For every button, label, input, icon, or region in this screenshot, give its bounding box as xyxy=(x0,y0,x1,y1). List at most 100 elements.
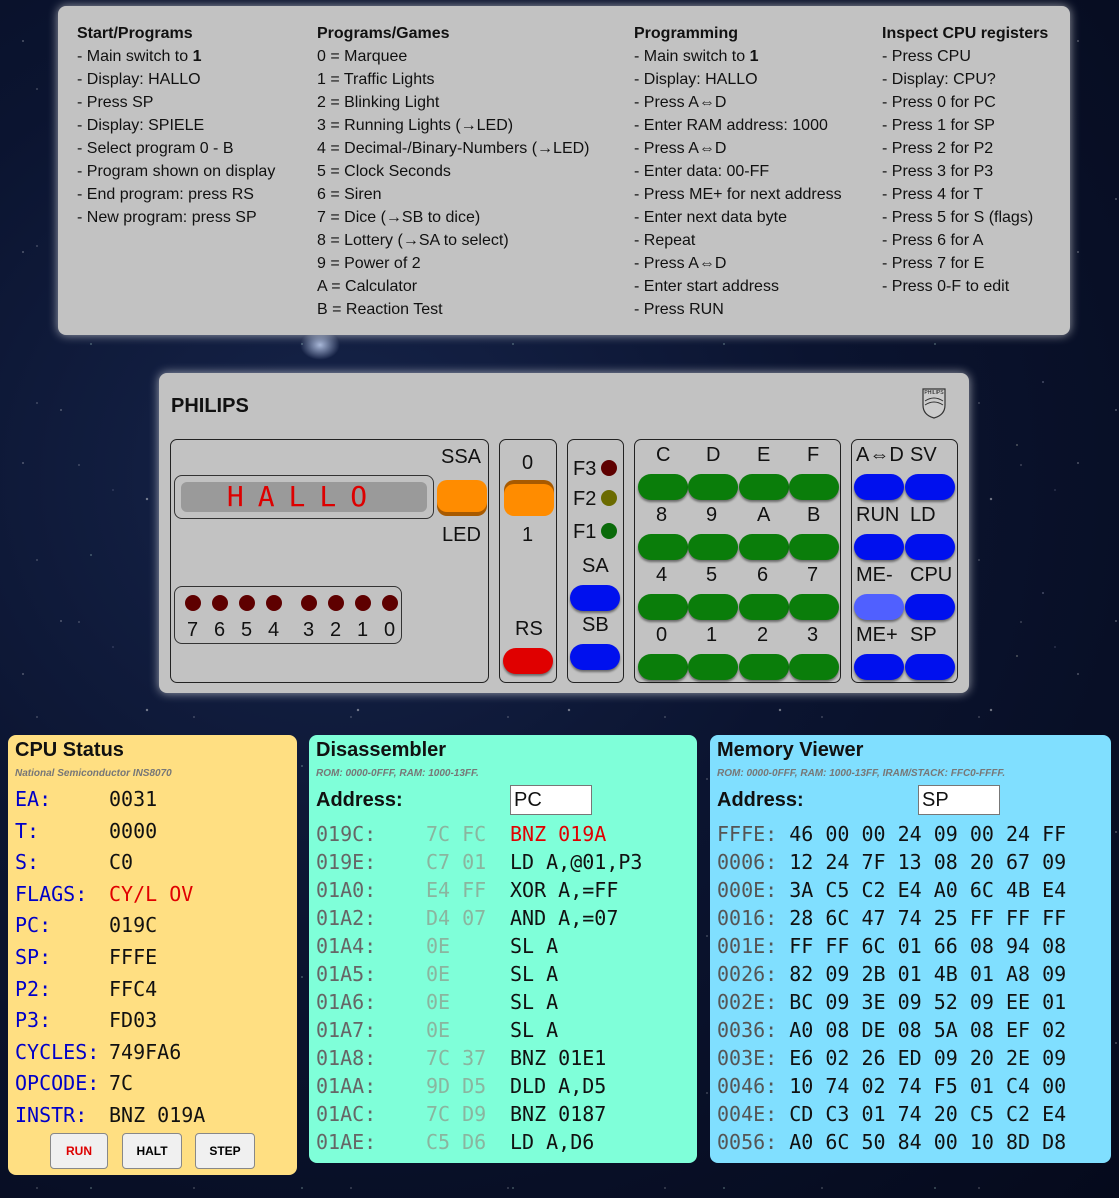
philips-device: PHILIPS PHILIPS HALLO SSA LED 76543210 0… xyxy=(159,373,969,693)
fn-key-me--button[interactable] xyxy=(854,654,904,680)
disasm-row: 01AC: 7C D9 BNZ 0187 xyxy=(316,1100,606,1128)
memory-row: FFFE: 46 00 00 24 09 00 24 FF xyxy=(717,820,1066,848)
register-value: 7C xyxy=(109,1071,134,1096)
help-item: 2 = Blinking Light xyxy=(317,94,440,111)
display-section: HALLO SSA LED 7654 3210 xyxy=(170,439,489,683)
sb-button[interactable] xyxy=(570,644,620,670)
hex-key-label-8: 8 xyxy=(656,504,668,526)
f3-label: F3 xyxy=(573,458,597,480)
hex-key-A[interactable] xyxy=(739,534,789,560)
register-row: P2: FFC4 xyxy=(15,973,157,1005)
bit-led-1 xyxy=(355,595,371,611)
register-row: CYCLES: 749FA6 xyxy=(15,1036,181,1068)
fn-key-label: SV xyxy=(910,444,937,466)
disasm-row: 01AA: 9D D5 DLD A,D5 xyxy=(316,1072,606,1100)
hex-key-8[interactable] xyxy=(638,534,688,560)
fn-key-sp-button[interactable] xyxy=(905,654,955,680)
run-button[interactable]: RUN xyxy=(50,1133,108,1169)
bit-led-0 xyxy=(382,595,398,611)
register-name: P2: xyxy=(15,976,52,1001)
register-name: CYCLES: xyxy=(15,1039,100,1064)
disasm-address: 019C: xyxy=(316,822,377,846)
bit-led-7 xyxy=(185,595,201,611)
hex-key-label-E: E xyxy=(757,444,771,466)
register-name: OPCODE: xyxy=(15,1071,100,1096)
cpu-status-panel: CPU Status National Semiconductor INS807… xyxy=(8,735,297,1175)
help-start-programs: Start/Programs - Main switch to 1 - Displa… xyxy=(77,22,275,229)
hex-key-7[interactable] xyxy=(789,594,839,620)
ssa-led-switch[interactable] xyxy=(437,480,487,512)
help-item: 4 = Decimal-/Binary-Numbers (→LED) xyxy=(317,140,590,157)
fn-key-ld-button[interactable] xyxy=(905,534,955,560)
help-item: - Press 6 for A xyxy=(882,232,984,249)
help-item: - Enter start address xyxy=(634,278,779,295)
memory-row: 002E: BC 09 3E 09 52 09 EE 01 xyxy=(717,988,1066,1016)
register-row: FLAGS: CY/L OV xyxy=(15,878,193,910)
hex-key-2[interactable] xyxy=(739,654,789,680)
help-column-title: Start/Programs xyxy=(77,25,193,42)
help-programs-games: Programs/Games 0 = Marquee 1 = Traffic Lig… xyxy=(317,22,590,321)
hex-key-1[interactable] xyxy=(688,654,738,680)
hex-key-9[interactable] xyxy=(688,534,738,560)
hex-key-D[interactable] xyxy=(688,474,738,500)
memory-address: FFFE: xyxy=(717,822,778,846)
register-name: PC: xyxy=(15,913,52,938)
memory-subtitle: ROM: 0000-0FFF, RAM: 1000-13FF, IRAM/STA… xyxy=(717,768,1006,779)
memory-row: 0026: 82 09 2B 01 4B 01 A8 09 xyxy=(717,960,1066,988)
help-item: - End program: press RS xyxy=(77,186,254,203)
disasm-bytes: 9D D5 xyxy=(426,1074,487,1098)
disasm-address-input[interactable]: PC xyxy=(510,785,592,815)
flags-section: F3 F2 F1 SA SB xyxy=(567,439,624,683)
mem-address-input[interactable]: SP xyxy=(918,785,1000,815)
fn-key-sv-button[interactable] xyxy=(905,474,955,500)
register-row: OPCODE: 7C xyxy=(15,1067,133,1099)
fn-key-run-button[interactable] xyxy=(854,534,904,560)
memory-bytes: 10 74 02 74 F5 01 C4 00 xyxy=(789,1074,1067,1098)
hex-key-6[interactable] xyxy=(739,594,789,620)
help-item: - Display: HALLO xyxy=(634,71,758,88)
halt-button[interactable]: HALT xyxy=(122,1133,182,1169)
disasm-address: 01A8: xyxy=(316,1046,377,1070)
hex-key-label-7: 7 xyxy=(807,564,819,586)
sa-label: SA xyxy=(582,555,609,577)
hex-key-0[interactable] xyxy=(638,654,688,680)
hex-key-label-F: F xyxy=(807,444,820,466)
help-item: - Enter next data byte xyxy=(634,209,787,226)
disasm-instruction: SL A xyxy=(510,934,559,958)
help-item: 8 = Lottery (→SA to select) xyxy=(317,232,509,249)
memory-address: 000E: xyxy=(717,878,778,902)
register-name: INSTR: xyxy=(15,1103,88,1127)
hex-key-3[interactable] xyxy=(789,654,839,680)
hex-key-5[interactable] xyxy=(688,594,738,620)
fn-key-me--button[interactable] xyxy=(854,594,904,620)
brand-label: PHILIPS xyxy=(171,395,249,417)
hex-key-label-4: 4 xyxy=(656,564,668,586)
memory-address: 0056: xyxy=(717,1130,778,1154)
disasm-address: 019E: xyxy=(316,850,377,874)
memory-bytes: 12 24 7F 13 08 20 67 09 xyxy=(789,850,1067,874)
hex-key-B[interactable] xyxy=(789,534,839,560)
help-item: - Press A⇔D xyxy=(634,94,727,111)
sa-button[interactable] xyxy=(570,585,620,611)
disassembler-title: Disassembler xyxy=(316,739,447,761)
rs-button[interactable] xyxy=(503,648,553,674)
fn-key-cpu-button[interactable] xyxy=(905,594,955,620)
main-switch[interactable] xyxy=(504,484,554,516)
hex-key-E[interactable] xyxy=(739,474,789,500)
register-name: T: xyxy=(15,818,40,843)
help-item: - Display: CPU? xyxy=(882,71,996,88)
disasm-address: 01A6: xyxy=(316,990,377,1014)
memory-viewer-panel: Memory Viewer ROM: 0000-0FFF, RAM: 1000-… xyxy=(710,735,1111,1163)
fn-key-a-d-button[interactable] xyxy=(854,474,904,500)
disasm-instruction: BNZ 0187 xyxy=(510,1102,607,1126)
bit-label-1: 1 xyxy=(357,619,369,641)
register-name: SP: xyxy=(15,945,52,969)
bit-label-6: 6 xyxy=(214,619,226,641)
fn-key-label: ME+ xyxy=(856,624,898,646)
disasm-instruction: BNZ 01E1 xyxy=(510,1046,607,1070)
hex-key-4[interactable] xyxy=(638,594,688,620)
hex-key-C[interactable] xyxy=(638,474,688,500)
register-row: EA: 0031 xyxy=(15,783,157,815)
step-button[interactable]: STEP xyxy=(195,1133,255,1169)
hex-key-F[interactable] xyxy=(789,474,839,500)
